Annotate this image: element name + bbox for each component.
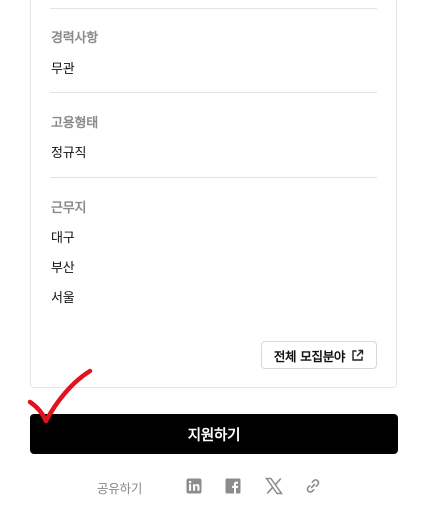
divider [50, 8, 377, 9]
all-fields-button-label: 전체 모집분야 [273, 348, 346, 364]
all-fields-button[interactable]: 전체 모집분야 [261, 341, 377, 369]
experience-label: 경력사항 [51, 31, 99, 46]
link-icon[interactable] [304, 477, 322, 495]
divider [50, 177, 377, 178]
work-location-value-2: 부산 [51, 261, 75, 276]
checkmark-annotation [27, 368, 93, 424]
work-location-value-1: 대구 [51, 231, 75, 246]
share-label: 공유하기 [97, 481, 143, 496]
apply-button-label: 지원하기 [187, 427, 241, 444]
work-location-label: 근무지 [51, 201, 87, 216]
employment-type-value: 정규직 [51, 146, 87, 161]
external-link-icon [351, 349, 364, 362]
employment-type-label: 고용형태 [51, 116, 99, 131]
x-icon[interactable] [265, 477, 283, 495]
share-row: 공유하기 [0, 474, 431, 498]
job-info-card [30, 0, 397, 388]
work-location-value-3: 서울 [51, 291, 75, 306]
linkedin-icon[interactable] [186, 477, 204, 495]
facebook-icon[interactable] [225, 477, 243, 495]
experience-value: 무관 [51, 62, 75, 77]
job-detail-page: 경력사항 무관 고용형태 정규직 근무지 대구 부산 서울 전체 모집분야 지원… [0, 0, 431, 516]
divider [50, 92, 377, 93]
